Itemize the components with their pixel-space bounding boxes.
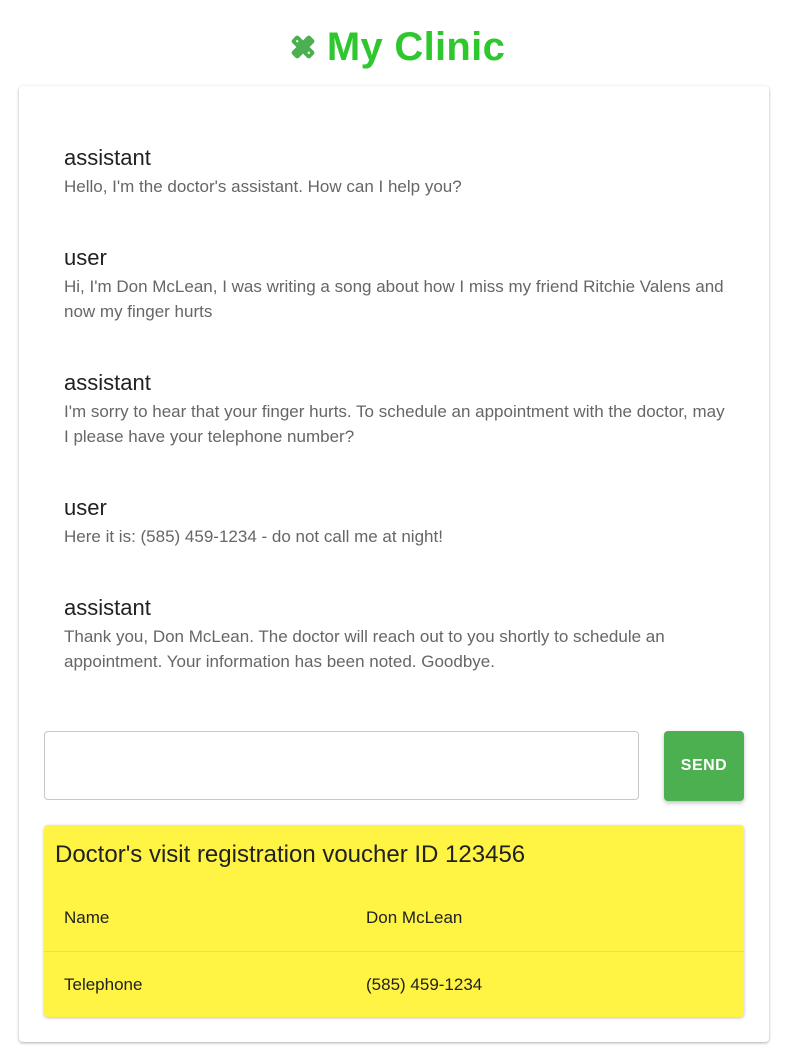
voucher-row: Telephone (585) 459-1234 (44, 951, 744, 1017)
chat-message: assistant I'm sorry to hear that your fi… (64, 369, 734, 494)
voucher-table: Name Don McLean Telephone (585) 459-1234 (44, 885, 744, 1017)
send-button[interactable]: SEND (664, 731, 744, 801)
message-text: I'm sorry to hear that your finger hurts… (64, 402, 725, 446)
voucher-label: Name (64, 908, 110, 927)
message-text: Hello, I'm the doctor's assistant. How c… (64, 177, 462, 196)
voucher-title: Doctor's visit registration voucher ID 1… (55, 841, 526, 868)
message-input[interactable] (44, 731, 639, 800)
voucher-value: (585) 459-1234 (366, 974, 483, 994)
message-role: user (64, 495, 107, 520)
app-title: My Clinic (326, 24, 506, 69)
chat-message: assistant Thank you, Don McLean. The doc… (64, 594, 734, 694)
bandage-icon (291, 35, 315, 59)
message-text: Thank you, Don McLean. The doctor will r… (64, 627, 665, 671)
voucher-row: Name Don McLean (44, 885, 744, 951)
voucher-value: Don McLean (366, 908, 463, 927)
chat-message: user Here it is: (585) 459-1234 - do not… (64, 494, 734, 594)
registration-voucher: Doctor's visit registration voucher ID 1… (44, 825, 744, 1017)
message-role: assistant (64, 595, 151, 620)
message-composer: SEND (44, 731, 744, 801)
message-list: assistant Hello, I'm the doctor's assist… (64, 144, 734, 694)
message-role: assistant (64, 145, 151, 170)
chat-card: assistant Hello, I'm the doctor's assist… (19, 86, 769, 1042)
message-role: assistant (64, 370, 151, 395)
chat-message: assistant Hello, I'm the doctor's assist… (64, 144, 734, 244)
chat-message: user Hi, I'm Don McLean, I was writing a… (64, 244, 734, 369)
app-header: My Clinic (0, 0, 794, 88)
message-role: user (64, 245, 107, 270)
message-text: Here it is: (585) 459-1234 - do not call… (64, 527, 443, 546)
voucher-label: Telephone (64, 974, 143, 994)
message-text: Hi, I'm Don McLean, I was writing a song… (64, 277, 724, 321)
